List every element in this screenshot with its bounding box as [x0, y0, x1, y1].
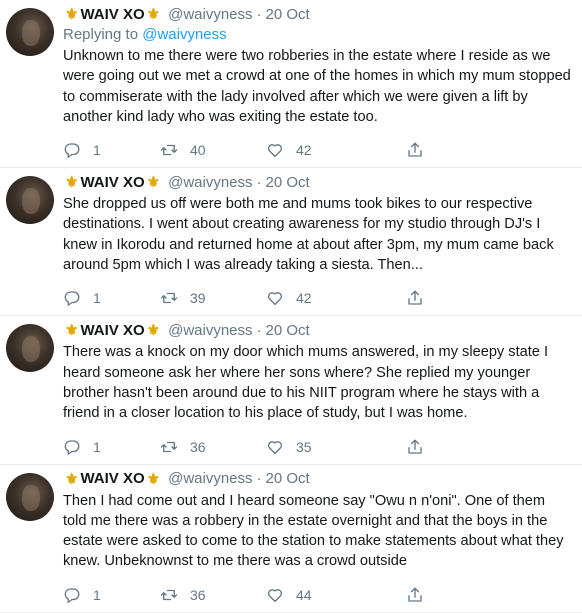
share-icon [408, 142, 422, 157]
replying-to-label: Replying to [63, 26, 143, 43]
tweet-text: Unknown to me there were two robberies i… [63, 48, 571, 125]
separator-dot: · [256, 173, 262, 191]
tweet-header: ⚜ WAIV XO ⚜ @waivyness · 20 Oct [63, 468, 572, 490]
reply-count: 1 [93, 142, 101, 159]
display-name[interactable]: WAIV XO [80, 174, 144, 191]
display-name[interactable]: WAIV XO [80, 6, 144, 23]
tweet-content: ⚜ WAIV XO ⚜ @waivyness · 20 Oct There wa… [63, 316, 572, 463]
share-button[interactable] [406, 289, 424, 307]
reply-button[interactable]: 1 [63, 289, 160, 307]
separator-dot: · [256, 5, 262, 23]
retweet-count: 36 [190, 438, 206, 455]
like-button[interactable]: 35 [266, 438, 406, 456]
tweet-date[interactable]: 20 Oct [266, 470, 310, 487]
avatar[interactable] [6, 324, 54, 373]
like-icon [267, 292, 283, 306]
retweet-icon [160, 293, 178, 304]
reply-button[interactable]: 1 [63, 141, 160, 159]
fleur-de-lis-icon: ⚜ [65, 6, 79, 23]
author-name[interactable]: ⚜ WAIV XO ⚜ [63, 173, 162, 192]
share-button[interactable] [406, 141, 424, 159]
display-name[interactable]: WAIV XO [80, 470, 144, 487]
like-icon [267, 440, 283, 454]
reply-button[interactable]: 1 [63, 438, 160, 456]
avatar[interactable] [6, 472, 54, 521]
reply-icon [64, 143, 80, 159]
fleur-de-lis-icon: ⚜ [65, 470, 79, 488]
tweet-actions: 1 36 35 [63, 430, 572, 464]
separator-dot: · [256, 470, 262, 488]
like-button[interactable]: 42 [266, 289, 406, 307]
like-icon [267, 144, 283, 158]
tweet-date[interactable]: 20 Oct [266, 322, 310, 339]
tweet-text: Then I had come out and I heard someone … [63, 492, 564, 570]
share-button[interactable] [406, 438, 424, 456]
author-handle[interactable]: @waivyness [168, 174, 252, 191]
tweet-actions: 1 39 42 [63, 281, 572, 315]
author-handle[interactable]: @waivyness [168, 470, 252, 487]
fleur-de-lis-icon: ⚜ [146, 6, 161, 23]
tweet-content: ⚜ WAIV XO ⚜ @waivyness · 20 Oct Replying… [63, 0, 572, 167]
tweet-date[interactable]: 20 Oct [266, 174, 310, 191]
display-name[interactable]: WAIV XO [80, 322, 144, 339]
retweet-count: 39 [190, 290, 206, 307]
tweet[interactable]: ⚜ WAIV XO ⚜ @waivyness · 20 Oct Replying… [0, 0, 582, 169]
replying-to: Replying to @waivyness [63, 25, 572, 45]
separator-dot: · [256, 321, 262, 339]
tweet[interactable]: ⚜ WAIV XO ⚜ @waivyness · 20 Oct There wa… [0, 316, 582, 465]
share-icon [408, 290, 422, 306]
retweet-button[interactable]: 36 [160, 438, 266, 456]
reply-count: 1 [93, 290, 101, 307]
tweet-text: She dropped us off were both me and mums… [63, 196, 554, 274]
avatar[interactable] [6, 8, 54, 56]
retweet-icon [160, 145, 178, 156]
like-count: 42 [296, 142, 312, 159]
like-count: 42 [296, 290, 312, 307]
share-icon [408, 439, 422, 454]
avatar[interactable] [6, 176, 54, 225]
author-name[interactable]: ⚜ WAIV XO ⚜ [63, 470, 162, 488]
like-count: 35 [296, 438, 312, 455]
reply-icon [64, 439, 80, 455]
retweet-icon [160, 441, 178, 452]
tweet[interactable]: ⚜ WAIV XO ⚜ @waivyness · 20 Oct Then I h… [0, 465, 582, 613]
tweet-content: ⚜ WAIV XO ⚜ @waivyness · 20 Oct She drop… [63, 168, 572, 315]
fleur-de-lis-icon: ⚜ [146, 470, 161, 488]
reply-icon [64, 291, 80, 307]
author-name[interactable]: ⚜ WAIV XO ⚜ [63, 321, 162, 340]
tweet[interactable]: ⚜ WAIV XO ⚜ @waivyness · 20 Oct She drop… [0, 168, 582, 317]
tweet-header: ⚜ WAIV XO ⚜ @waivyness · 20 Oct [63, 171, 572, 193]
replying-to-mention[interactable]: @waivyness [142, 26, 226, 43]
fleur-de-lis-icon: ⚜ [65, 322, 79, 340]
tweet-header: ⚜ WAIV XO ⚜ @waivyness · 20 Oct [63, 3, 572, 25]
like-button[interactable]: 42 [266, 141, 406, 159]
tweet-content: ⚜ WAIV XO ⚜ @waivyness · 20 Oct Then I h… [63, 465, 572, 612]
fleur-de-lis-icon: ⚜ [146, 322, 161, 340]
author-handle[interactable]: @waivyness [168, 322, 252, 339]
tweet-date[interactable]: 20 Oct [266, 6, 310, 23]
tweet-thread: ⚜ WAIV XO ⚜ @waivyness · 20 Oct Replying… [0, 0, 582, 613]
author-handle[interactable]: @waivyness [168, 6, 252, 23]
retweet-button[interactable]: 40 [160, 141, 266, 159]
fleur-de-lis-icon: ⚜ [146, 174, 161, 192]
retweet-count: 40 [190, 142, 206, 159]
tweet-text: There was a knock on my door which mums … [63, 344, 549, 422]
fleur-de-lis-icon: ⚜ [65, 174, 79, 192]
retweet-button[interactable]: 39 [160, 289, 266, 307]
tweet-header: ⚜ WAIV XO ⚜ @waivyness · 20 Oct [63, 319, 572, 341]
tweet-actions: 1 40 42 [63, 133, 572, 167]
reply-count: 1 [93, 438, 101, 455]
author-name[interactable]: ⚜ WAIV XO ⚜ [63, 5, 162, 24]
